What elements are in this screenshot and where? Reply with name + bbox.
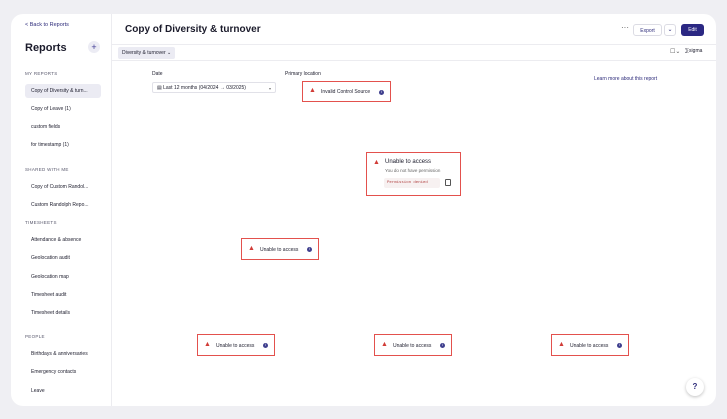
- app-frame: < Back to Reports Reports + MY REPORTS C…: [11, 14, 716, 406]
- chevron-down-icon: ⌄: [167, 50, 172, 56]
- sigma-logo[interactable]: ⅀sigma: [685, 48, 702, 54]
- section-shared: SHARED WITH ME: [25, 167, 69, 172]
- tab-diversity-turnover[interactable]: Diversity & turnover ⌄: [118, 47, 176, 59]
- page-title: Copy of Diversity & turnover: [125, 24, 261, 35]
- invalid-control-source-error: ▲ Invalid Control Source i: [302, 81, 391, 102]
- location-filter-label: Primary location: [285, 71, 321, 77]
- sidebar-item-attendance[interactable]: Attendance & absence: [25, 233, 101, 247]
- tab-label: Diversity & turnover: [122, 50, 166, 56]
- permission-error-card: ▲ Unable to access You do not have permi…: [366, 152, 461, 196]
- sidebar-title: Reports: [25, 42, 67, 54]
- warning-icon: ▲: [204, 341, 211, 348]
- warning-icon: ▲: [381, 341, 388, 348]
- unable-to-access-error: ▲ Unable to access i: [197, 334, 275, 356]
- edit-button[interactable]: Edit: [681, 24, 704, 36]
- info-icon[interactable]: i: [307, 247, 312, 252]
- unable-to-access-error: ▲ Unable to access i: [241, 238, 319, 260]
- section-people: PEOPLE: [25, 334, 45, 339]
- help-button[interactable]: ?: [686, 378, 704, 396]
- sidebar-item-copy-custom-randolph[interactable]: Copy of Custom Randol...: [25, 180, 101, 194]
- sidebar-item-birthdays[interactable]: Birthdays & anniversaries: [25, 347, 101, 361]
- sidebar-item-copy-diversity[interactable]: Copy of Diversity & turn...: [25, 84, 101, 98]
- sidebar-item-timesheet-details[interactable]: Timesheet details: [25, 306, 101, 320]
- date-filter-select[interactable]: ▤ Last 12 months (04/2024 → 03/2025) ▾: [152, 82, 276, 93]
- warning-icon: ▲: [558, 341, 565, 348]
- date-filter-label: Date: [152, 71, 163, 77]
- export-dropdown-button[interactable]: ⌄: [664, 24, 676, 36]
- main-content: Copy of Diversity & turnover ··· Export …: [112, 14, 716, 406]
- more-options-icon[interactable]: ···: [621, 23, 629, 32]
- error-text: Unable to access: [393, 343, 432, 349]
- warning-icon: ▲: [373, 159, 380, 166]
- sidebar-item-timestamp[interactable]: for timestamp (1): [25, 138, 101, 152]
- info-icon[interactable]: i: [617, 343, 622, 348]
- sidebar-item-geolocation-audit[interactable]: Geolocation audit: [25, 251, 101, 265]
- sidebar-item-geolocation-map[interactable]: Geolocation map: [25, 270, 101, 284]
- unable-to-access-error: ▲ Unable to access i: [374, 334, 452, 356]
- learn-more-link[interactable]: Learn more about this report: [594, 76, 657, 82]
- bookmark-icon[interactable]: ☐⌄: [670, 48, 680, 55]
- sidebar-item-custom-randolph[interactable]: Custom Randolph Repo...: [25, 198, 101, 212]
- page-tabbar: Diversity & turnover ⌄ ☐⌄ ⅀sigma: [112, 44, 716, 61]
- add-report-button[interactable]: +: [88, 41, 100, 53]
- sidebar-item-timesheet-audit[interactable]: Timesheet audit: [25, 288, 101, 302]
- error-text: Invalid Control Source: [321, 89, 371, 95]
- info-icon[interactable]: i: [263, 343, 268, 348]
- section-my-reports: MY REPORTS: [25, 71, 58, 76]
- unable-to-access-error: ▲ Unable to access i: [551, 334, 629, 356]
- error-text: Unable to access: [570, 343, 609, 349]
- chevron-down-icon: ▾: [268, 86, 271, 91]
- export-button[interactable]: Export: [633, 24, 662, 36]
- info-icon[interactable]: i: [379, 90, 384, 95]
- error-text: Unable to access: [260, 247, 299, 253]
- section-timesheets: TIMESHEETS: [25, 220, 57, 225]
- copy-icon[interactable]: [445, 179, 451, 186]
- sidebar: < Back to Reports Reports + MY REPORTS C…: [11, 14, 112, 406]
- back-to-reports-link[interactable]: < Back to Reports: [25, 22, 69, 28]
- date-filter-value: Last 12 months (04/2024 → 03/2025): [163, 85, 246, 91]
- sidebar-item-custom-fields[interactable]: custom fields: [25, 120, 101, 134]
- sidebar-item-copy-leave[interactable]: Copy of Leave (1): [25, 102, 101, 116]
- warning-icon: ▲: [248, 245, 255, 252]
- error-text: Unable to access: [216, 343, 255, 349]
- sidebar-item-emergency-contacts[interactable]: Emergency contacts: [25, 365, 101, 379]
- warning-icon: ▲: [309, 87, 316, 94]
- permission-code: Permission denied: [384, 178, 440, 188]
- error-subtitle: You do not have permission: [385, 168, 441, 173]
- sidebar-item-leave[interactable]: Leave: [25, 384, 101, 398]
- error-title: Unable to access: [385, 159, 432, 165]
- info-icon[interactable]: i: [440, 343, 445, 348]
